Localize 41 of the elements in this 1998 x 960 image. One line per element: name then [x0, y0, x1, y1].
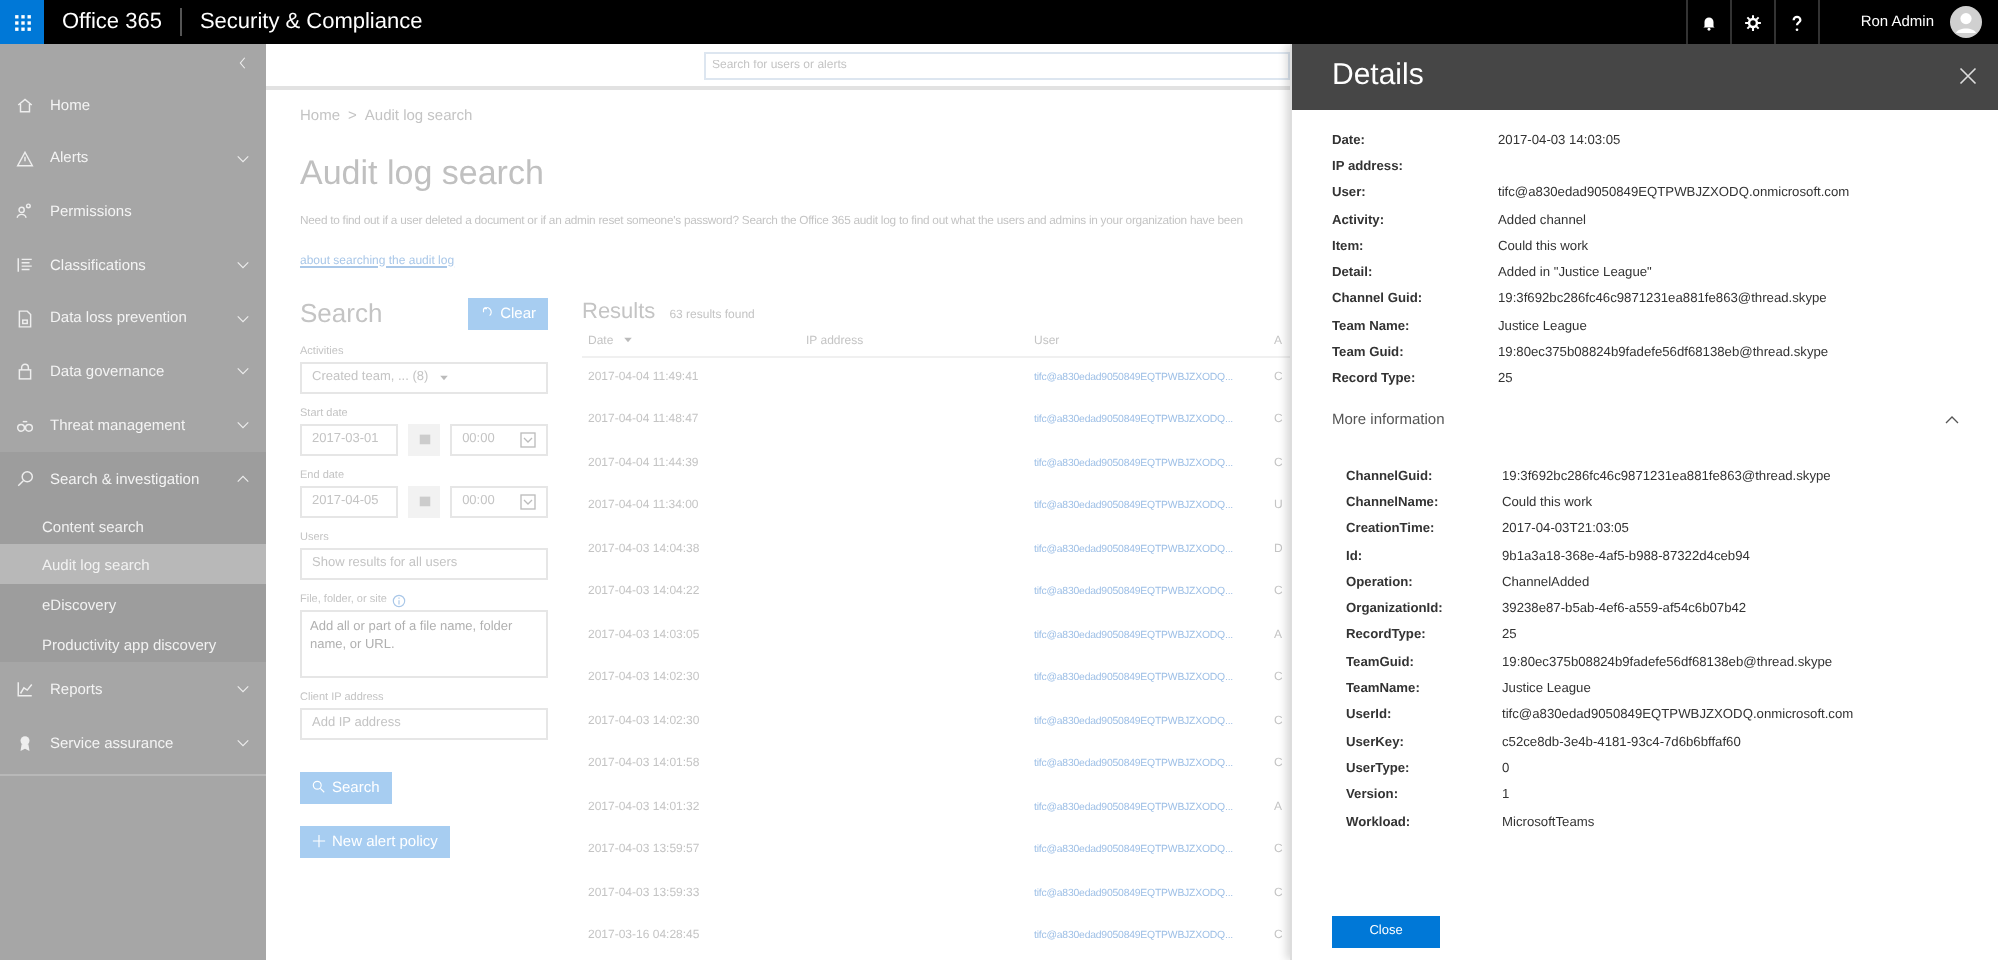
help-icon — [1788, 13, 1807, 31]
undo-icon — [480, 306, 495, 320]
chart-icon — [16, 680, 34, 699]
chevron-down-icon — [236, 364, 250, 379]
chevron-down-icon — [236, 682, 250, 697]
section-heading: Search — [300, 295, 383, 332]
chevron-down-icon — [236, 417, 250, 432]
search-icon — [16, 469, 34, 488]
close-icon — [1958, 65, 1978, 85]
binoculars-icon — [16, 415, 34, 434]
search-icon — [312, 780, 326, 794]
app-name: Office 365 — [44, 8, 182, 36]
chevron-down-icon — [236, 151, 250, 166]
plus-icon — [312, 834, 326, 848]
close-button[interactable] — [1958, 65, 1982, 89]
section-heading: Results — [582, 297, 656, 327]
app-launcher-button[interactable] — [0, 0, 44, 44]
warning-icon — [16, 149, 34, 168]
panel-title: Details — [1332, 56, 1424, 97]
dropdown-icon — [520, 431, 537, 447]
chevron-down-icon — [236, 735, 250, 750]
sort-icon — [621, 334, 634, 347]
document-lock-icon — [16, 309, 34, 328]
chevron-up-icon — [1944, 411, 1960, 428]
people-icon — [16, 202, 34, 221]
chevron-down-icon — [236, 311, 250, 326]
lock-icon — [16, 362, 34, 381]
dropdown-icon — [520, 493, 537, 509]
list-icon — [16, 255, 34, 274]
page-title: Audit log search — [300, 152, 546, 196]
waffle-icon — [13, 13, 31, 31]
chevron-up-icon — [236, 471, 250, 486]
caret-icon — [438, 371, 451, 383]
home-icon — [16, 95, 34, 114]
avatar-icon — [1950, 6, 1982, 38]
info-icon — [392, 593, 407, 607]
badge-icon — [16, 733, 34, 752]
product-name: Security & Compliance — [197, 7, 425, 38]
bell-icon — [1700, 13, 1719, 31]
chevron-down-icon — [236, 257, 250, 272]
settings-icon — [1744, 13, 1763, 31]
